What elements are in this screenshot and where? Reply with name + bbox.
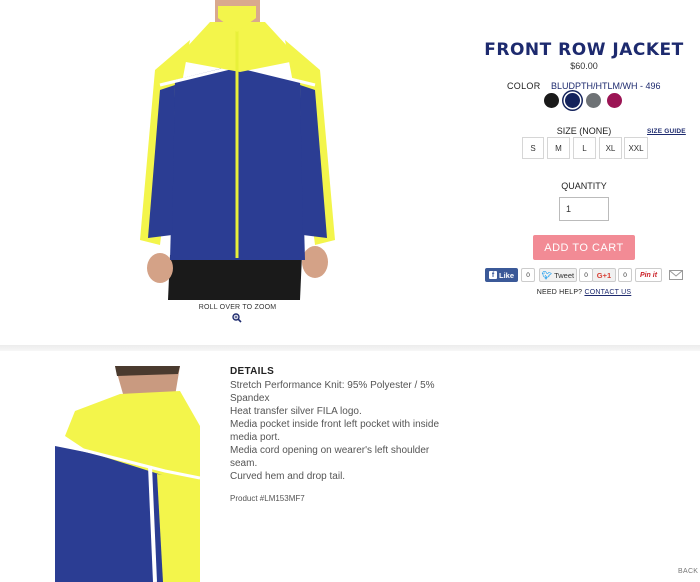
facebook-like-button[interactable]: f Like [485, 268, 518, 282]
details-line: Media pocket inside front left pocket wi… [230, 419, 439, 430]
size-guide-link[interactable]: SIZE GUIDE [647, 128, 686, 135]
product-image-front[interactable] [130, 0, 345, 300]
need-help-text: NEED HELP? [536, 289, 583, 296]
details-line: Curved hem and drop tail. [230, 471, 346, 482]
magnifier-icon[interactable] [232, 313, 242, 323]
size-option-xl[interactable]: XL [599, 137, 622, 159]
add-to-cart-button[interactable]: ADD TO CART [533, 235, 635, 260]
product-image-side[interactable] [55, 366, 200, 582]
size-option-xxl[interactable]: XXL [624, 137, 648, 159]
swatch-grey[interactable] [586, 93, 601, 108]
size-option-l[interactable]: L [573, 137, 596, 159]
size-option-s[interactable]: S [522, 137, 544, 159]
tweet-button[interactable]: 🐦︎ Tweet [539, 268, 577, 282]
google-plus-button[interactable]: G+1 [592, 268, 616, 282]
quantity-input[interactable] [559, 197, 609, 221]
contact-us-link[interactable]: CONTACT US [584, 289, 631, 296]
details-line: Stretch Performance Knit: 95% Polyester … [230, 380, 435, 391]
details-line: seam. [230, 458, 258, 469]
color-row: COLOR BLUDPTH/HTLM/WH - 496 [507, 81, 661, 91]
details-section: DETAILS Stretch Performance Knit: 95% Po… [230, 366, 465, 483]
facebook-like-label: Like [498, 270, 514, 280]
details-line: Spandex [230, 393, 270, 404]
swatch-magenta[interactable] [607, 93, 622, 108]
size-option-m[interactable]: M [547, 137, 570, 159]
product-top-section: ROLL OVER TO ZOOM FRONT ROW JACKET $60.0… [0, 0, 700, 345]
details-line: Media cord opening on wearer's left shou… [230, 445, 430, 456]
product-code: Product #LM153MF7 [230, 494, 305, 503]
need-help: NEED HELP? CONTACT US [470, 289, 698, 296]
product-title: FRONT ROW JACKET [484, 40, 684, 60]
product-price: $60.00 [570, 61, 598, 71]
twitter-icon: 🐦︎ [541, 270, 553, 280]
details-line: media port. [230, 432, 281, 443]
back-link[interactable]: BACK [678, 568, 698, 575]
tweet-count: 0 [579, 268, 593, 282]
section-divider [0, 345, 700, 351]
zoom-hint: ROLL OVER TO ZOOM [198, 304, 277, 311]
selected-color-name: BLUDPTH/HTLM/WH - 496 [551, 81, 661, 91]
details-title: DETAILS [230, 366, 275, 377]
google-plus-count: 0 [618, 268, 632, 282]
tweet-label: Tweet [554, 270, 575, 280]
swatch-navy-selected[interactable] [565, 93, 580, 108]
facebook-like-count: 0 [521, 268, 535, 282]
quantity-label: QUANTITY [561, 181, 607, 191]
mail-icon[interactable] [669, 270, 683, 280]
details-line: Heat transfer silver FILA logo. [230, 406, 362, 417]
pinterest-button[interactable]: Pin it [635, 268, 662, 282]
facebook-icon: f [488, 271, 497, 279]
swatch-black[interactable] [544, 93, 559, 108]
color-label: COLOR [507, 81, 541, 91]
